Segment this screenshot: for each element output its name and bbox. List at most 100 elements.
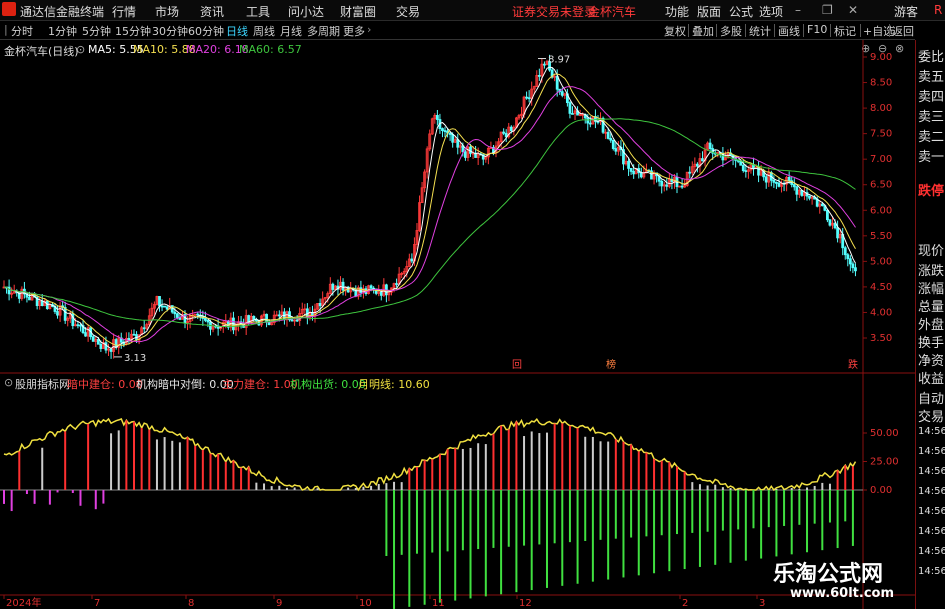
- toolbar-button-multi-stock[interactable]: 多股: [720, 23, 742, 39]
- period-tab-5min[interactable]: 5分钟: [82, 23, 111, 39]
- toolbar-button-mark[interactable]: 标记: [834, 23, 856, 39]
- minimize-icon[interactable]: –: [795, 3, 801, 17]
- indicator-bar: [446, 449, 449, 490]
- period-toolbar: | 分时 1分钟 5分钟 15分钟 30分钟 60分钟 日线 周线 月线 多周期…: [0, 21, 915, 40]
- indicator-bar: [209, 453, 212, 490]
- indicator-bar: [454, 448, 457, 490]
- outflow-bar: [828, 490, 831, 523]
- indicator-bar: [431, 459, 434, 490]
- moon-line: [3, 417, 857, 492]
- indicator-bar: [683, 471, 686, 490]
- candle-body: [451, 134, 455, 143]
- menu-item-market[interactable]: 市场: [155, 3, 179, 20]
- toolbar-button-stats[interactable]: 统计: [749, 23, 771, 39]
- watermark-url: www.60lt.com: [790, 586, 895, 601]
- candle-body: [828, 219, 832, 226]
- candle-body: [410, 258, 414, 262]
- outflow-bar: [821, 490, 824, 551]
- indicator-bar: [676, 466, 679, 490]
- indicator-bar: [576, 428, 579, 490]
- indicator-bar: [538, 433, 541, 490]
- outflow-bar: [454, 490, 457, 601]
- indicator-bar: [110, 433, 113, 490]
- period-tab-15min[interactable]: 15分钟: [115, 23, 151, 39]
- period-tab-multi[interactable]: 多周期: [307, 23, 340, 39]
- period-tab-timeshare[interactable]: 分时: [11, 23, 33, 39]
- indicator-bar: [813, 485, 816, 490]
- menu-item-layout[interactable]: 版面: [697, 3, 721, 20]
- indicator-bar: [393, 481, 396, 490]
- menu-item-trade[interactable]: 交易: [396, 3, 420, 20]
- period-tab-60min[interactable]: 60分钟: [188, 23, 224, 39]
- outflow-bar: [622, 490, 625, 578]
- indicator-bar: [492, 433, 495, 490]
- kline-chart[interactable]: 9.00 8.50 8.00 7.50 7.00 6.50 6.00 5.50 5.00 4.50…: [0, 40, 915, 609]
- menu-item-ask[interactable]: 问小达: [288, 3, 324, 20]
- toolbar-button-f10[interactable]: F10: [807, 23, 827, 36]
- toolbar-button-draw[interactable]: 画线: [778, 23, 800, 39]
- indicator-bar: [163, 437, 166, 490]
- toolbar-button-restore-rights[interactable]: 复权: [664, 23, 686, 39]
- y-tick-label: 4.50: [870, 282, 892, 293]
- candle-body: [158, 296, 161, 307]
- y-tick-label: 7.50: [870, 129, 892, 140]
- indicator-bar: [530, 431, 533, 490]
- menu-item-function[interactable]: 功能: [665, 3, 689, 20]
- indicator-panel: 50.00 25.00 0.00 2024年 7 8 9 10 11 12 2 3: [0, 417, 899, 609]
- tab-auto[interactable]: 自动: [918, 388, 944, 407]
- menu-item-tools[interactable]: 工具: [246, 3, 270, 20]
- candle-body: [614, 148, 618, 152]
- indicator-bar: [270, 486, 273, 490]
- candle-body: [84, 332, 87, 337]
- restore-icon[interactable]: ❐: [822, 3, 833, 17]
- tab-trade[interactable]: 交易: [918, 406, 944, 425]
- indicator-bar: [561, 423, 564, 490]
- indicator-bar: [377, 484, 380, 490]
- close-icon[interactable]: ✕: [848, 3, 858, 17]
- app-logo-icon: [2, 2, 16, 16]
- period-tab-more[interactable]: 更多: [343, 23, 365, 39]
- indicator-bar: [87, 423, 90, 490]
- candle-body: [851, 263, 855, 269]
- menu-bar: 通达信金融终端 行情 市场 资讯 工具 问小达 财富圈 交易 证券交易未登录 金…: [0, 0, 945, 21]
- indicator-bar: [25, 490, 28, 495]
- candle-body: [627, 160, 630, 169]
- outflow-bar: [492, 490, 495, 548]
- indicator-bar: [125, 420, 128, 490]
- toolbar-button-overlay[interactable]: 叠加: [692, 23, 714, 39]
- menu-item-formula[interactable]: 公式: [729, 3, 753, 20]
- candle-body: [525, 96, 528, 99]
- indicator-bar: [3, 490, 5, 504]
- indicator-bar: [385, 483, 388, 490]
- period-tab-monthly[interactable]: 月线: [280, 23, 302, 39]
- outflow-bar: [599, 490, 602, 540]
- candle-body: [609, 138, 613, 141]
- indicator-bar: [744, 489, 747, 490]
- candle-body: [109, 348, 113, 352]
- indicator-bar: [737, 489, 740, 490]
- candle-body: [826, 209, 829, 221]
- period-tab-30min[interactable]: 30分钟: [152, 23, 188, 39]
- outflow-bar: [393, 490, 396, 609]
- menu-item-wealth[interactable]: 财富圈: [340, 3, 376, 20]
- guest-label[interactable]: 游客: [894, 3, 918, 20]
- indicator-bar: [607, 441, 610, 490]
- period-tab-daily[interactable]: 日线: [226, 23, 248, 39]
- outflow-bar: [676, 490, 679, 535]
- menu-item-options[interactable]: 选项: [759, 3, 783, 20]
- candle-body: [632, 170, 636, 175]
- menu-item-quotes[interactable]: 行情: [112, 3, 136, 20]
- x-axis-label: 7: [94, 598, 100, 609]
- order-book-label-sell1: 卖一: [918, 150, 945, 165]
- candle-body: [836, 227, 840, 239]
- period-tab-weekly[interactable]: 周线: [253, 23, 275, 39]
- indicator-bar: [102, 490, 105, 504]
- candle-body: [848, 258, 852, 265]
- menu-item-news[interactable]: 资讯: [200, 3, 224, 20]
- more-chevron-icon[interactable]: ›: [367, 23, 371, 36]
- candle-body: [775, 181, 778, 184]
- login-notice[interactable]: 证券交易未登录: [512, 3, 596, 20]
- candle-body: [175, 313, 179, 318]
- period-tab-1min[interactable]: 1分钟: [48, 23, 77, 39]
- toolbar-button-back[interactable]: 返回: [892, 23, 914, 39]
